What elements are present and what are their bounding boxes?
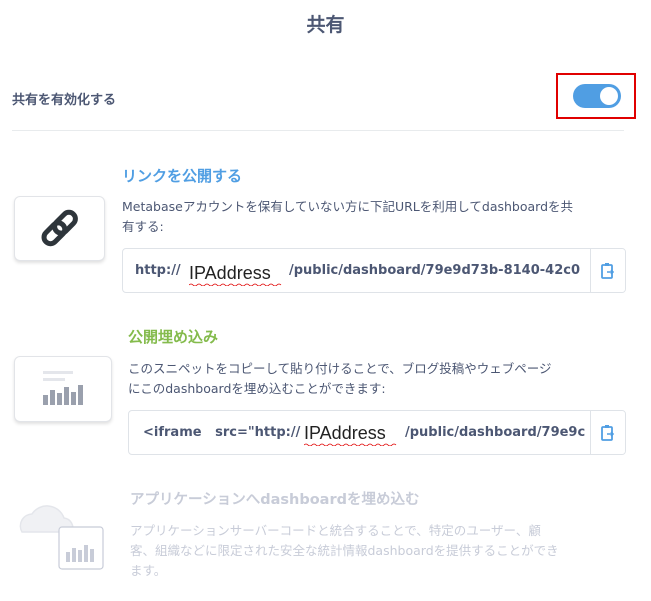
public-link-heading: リンクを公開する — [122, 167, 243, 185]
divider — [12, 130, 624, 131]
enable-sharing-label: 共有を有効化する — [12, 93, 117, 108]
toggle-knob — [600, 87, 618, 105]
app-embed-description-line1: アプリケーションサーバーコードと統合することで、特定のユーザー、顧 — [130, 523, 541, 538]
link-icon — [41, 209, 78, 247]
public-link-description-line1: Metabaseアカウントを保有していない方に下記URLを利用してdashboa… — [122, 199, 574, 214]
app-embed-illustration — [12, 492, 112, 582]
ip-address-overlay-text: IPAddress — [189, 262, 271, 283]
copy-embed-button[interactable] — [590, 411, 625, 454]
spellcheck-underline — [189, 283, 282, 286]
cloud-icon — [19, 505, 104, 570]
url-prefix: http:// — [135, 263, 181, 278]
public-link-description-line2: 有する: — [122, 219, 164, 234]
url-suffix: /public/dashboard/79e9d73b-8140-42c0 — [289, 263, 580, 278]
embed-description-line1: このスニペットをコピーして貼り付けることで、ブログ投稿やウェブページ — [128, 361, 552, 376]
sharing-toggle[interactable] — [573, 84, 621, 108]
embed-code-suffix: /public/dashboard/79e9c — [405, 425, 586, 440]
copy-icon — [601, 262, 615, 279]
embed-description-line2: にこのdashboardを埋め込むことができます: — [128, 381, 386, 396]
copy-link-button[interactable] — [590, 249, 625, 292]
ip-address-overlay-embed-text: IPAddress — [304, 422, 386, 443]
app-embed-heading: アプリケーションへdashboardを埋め込む — [130, 492, 420, 508]
spellcheck-underline — [304, 443, 397, 446]
ip-address-overlay: IPAddress — [189, 260, 283, 286]
link-illustration-card — [14, 196, 105, 261]
ip-address-overlay-embed: IPAddress — [304, 420, 398, 446]
app-embed-description-line2: 客、組織などに限定された安全な統計情報dashboardを提供することができ — [130, 543, 559, 558]
copy-icon — [601, 424, 615, 441]
modal-title: 共有 — [306, 14, 345, 36]
embed-illustration-card — [14, 356, 112, 422]
embed-code-prefix: <iframe src="http:// — [143, 425, 301, 440]
app-embed-description-line3: ます。 — [130, 563, 167, 578]
bar-chart-icon — [43, 371, 83, 405]
embed-heading: 公開埋め込み — [128, 328, 219, 346]
